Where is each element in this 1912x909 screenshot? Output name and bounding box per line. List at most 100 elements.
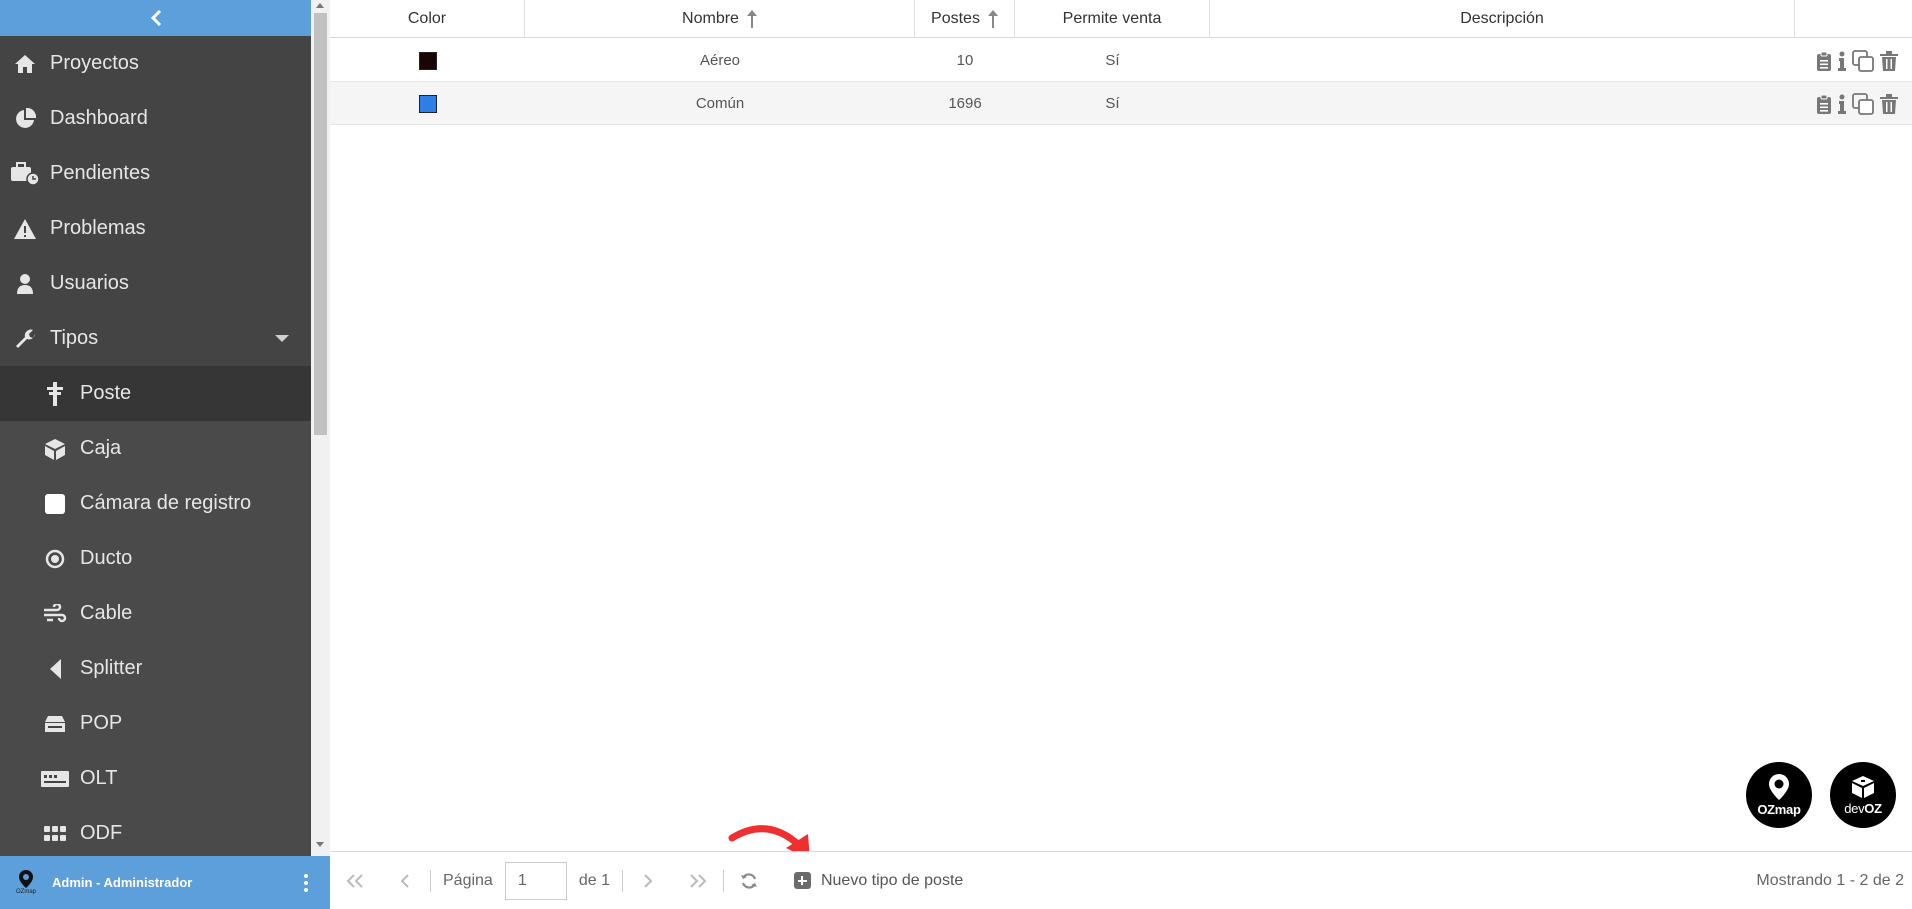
color-cell [330, 82, 525, 125]
sidebar-item-label: Cable [80, 602, 133, 624]
sidebar-item-pendientes[interactable]: Pendientes [0, 146, 311, 201]
ozmap-badge-button[interactable]: OZmap [1746, 762, 1812, 828]
color-swatch [418, 94, 437, 113]
cable-icon [30, 603, 80, 624]
new-button-label: Nuevo tipo de poste [820, 871, 964, 889]
sidebar-subitem-poste[interactable]: Poste [0, 366, 311, 421]
user-name: Admin - Administrador [52, 875, 193, 890]
clipboard-icon[interactable] [1816, 51, 1832, 71]
badge-label: devOZ [1844, 801, 1882, 816]
sidebar-item-dashboard[interactable]: Dashboard [0, 91, 311, 146]
records-count: Mostrando 1 - 2 de 2 [1756, 871, 1904, 889]
kebab-menu-icon[interactable] [304, 873, 308, 892]
first-page-button[interactable] [330, 852, 380, 909]
sidebar-subitem-ducto[interactable]: Ducto [0, 531, 311, 586]
ozmap-logo: OZmap [0, 870, 52, 895]
sidebar-subitem-caja[interactable]: Caja [0, 421, 311, 476]
row-actions [1795, 82, 1912, 125]
devoz-badge-button[interactable]: devOZ [1830, 762, 1896, 828]
column-header-permite-venta[interactable]: Permite venta [1015, 0, 1210, 38]
pagination-footer: Página de 1 Nuevo tipo de poste Mostrand… [330, 851, 1912, 909]
column-header-descripcion[interactable]: Descripción [1210, 0, 1795, 38]
sidebar-item-label: Usuarios [50, 272, 129, 294]
scroll-up-icon[interactable] [316, 3, 324, 8]
color-cell [330, 39, 525, 82]
pie-chart-icon [0, 107, 50, 130]
sidebar-item-problemas[interactable]: Problemas [0, 201, 311, 256]
sidebar-subitem-pop[interactable]: POP [0, 696, 311, 751]
nombre-cell: Aéreo [699, 52, 741, 69]
sidebar-item-label: OLT [80, 767, 118, 789]
column-header-postes[interactable]: Postes [915, 0, 1015, 38]
info-icon[interactable] [1838, 51, 1846, 71]
prev-page-button[interactable] [380, 852, 430, 909]
sidebar-subitem-camara[interactable]: Cámara de registro [0, 476, 311, 531]
sidebar-item-label: Splitter [80, 657, 143, 679]
triangle-left-icon [30, 658, 80, 680]
box-icon [30, 438, 80, 460]
header-label: Color [407, 10, 447, 27]
chevron-left-icon [150, 9, 161, 27]
chevron-right-icon [644, 873, 653, 888]
sidebar-subitem-odf[interactable]: ODF [0, 806, 311, 856]
page-number-input[interactable] [504, 861, 567, 900]
clipboard-icon[interactable] [1816, 94, 1832, 114]
table-row[interactable]: Común 1696 Sí [330, 82, 1912, 125]
sidebar-scrollbar[interactable] [311, 0, 330, 856]
copy-icon[interactable] [1852, 49, 1874, 72]
sidebar-item-tipos[interactable]: Tipos [0, 311, 311, 366]
sidebar-item-label: POP [80, 712, 123, 734]
sidebar-item-label: ODF [80, 822, 123, 844]
scroll-down-icon[interactable] [316, 842, 324, 847]
grid-icon [30, 825, 80, 842]
descripcion-cell [1210, 39, 1795, 82]
info-icon[interactable] [1838, 94, 1846, 114]
dot-circle-icon [30, 549, 80, 569]
sidebar-item-proyectos[interactable]: Proyectos [0, 36, 311, 91]
row-actions [1795, 39, 1912, 82]
sidebar-subitem-cable[interactable]: Cable [0, 586, 311, 641]
wrench-icon [0, 328, 50, 350]
data-table: Color Nombre Postes Permite venta Descri… [330, 0, 1912, 851]
new-pole-type-button[interactable]: Nuevo tipo de poste [793, 871, 964, 890]
descripcion-cell [1210, 82, 1795, 125]
trash-icon[interactable] [1880, 50, 1898, 71]
plus-square-icon [793, 872, 811, 889]
user-icon [0, 273, 50, 294]
warning-icon [0, 218, 50, 240]
home-icon [0, 54, 50, 74]
sidebar-item-label: Ducto [80, 547, 133, 569]
double-chevron-right-icon [690, 873, 707, 888]
sidebar-item-label: Caja [80, 437, 122, 459]
table-header: Color Nombre Postes Permite venta Descri… [330, 0, 1912, 38]
olt-icon [30, 770, 80, 787]
collapse-sidebar-button[interactable] [0, 0, 311, 36]
trash-icon[interactable] [1880, 93, 1898, 114]
refresh-button[interactable] [724, 852, 774, 909]
sidebar-subitem-splitter[interactable]: Splitter [0, 641, 311, 696]
column-header-color[interactable]: Color [330, 0, 525, 38]
table-row[interactable]: Aéreo 10 Sí [330, 39, 1912, 82]
last-page-button[interactable] [673, 852, 723, 909]
badge-label-bold: OZ [1864, 800, 1882, 816]
square-icon [30, 493, 80, 514]
column-header-actions [1795, 0, 1912, 38]
sidebar-subitem-olt[interactable]: OLT [0, 751, 311, 806]
sidebar-item-usuarios[interactable]: Usuarios [0, 256, 311, 311]
sidebar-item-label: Proyectos [50, 52, 139, 74]
badge-label: OZmap [1757, 801, 1801, 817]
next-page-button[interactable] [623, 852, 673, 909]
header-label: Descripción [1460, 10, 1544, 27]
scrollbar-thumb[interactable] [314, 13, 327, 435]
column-header-nombre[interactable]: Nombre [525, 0, 915, 38]
logo-text: OZmap [15, 889, 36, 895]
sort-asc-icon[interactable] [746, 10, 757, 28]
user-bar: OZmap Admin - Administrador [0, 856, 330, 909]
chevron-down-icon [275, 335, 289, 342]
sort-asc-icon[interactable] [987, 10, 998, 28]
sidebar-item-label: Dashboard [50, 107, 148, 129]
sidebar-item-label: Pendientes [50, 162, 151, 184]
sidebar-nav: Proyectos Dashboard Pendientes Problemas [0, 36, 311, 856]
venta-cell: Sí [1105, 52, 1120, 69]
copy-icon[interactable] [1852, 92, 1874, 115]
